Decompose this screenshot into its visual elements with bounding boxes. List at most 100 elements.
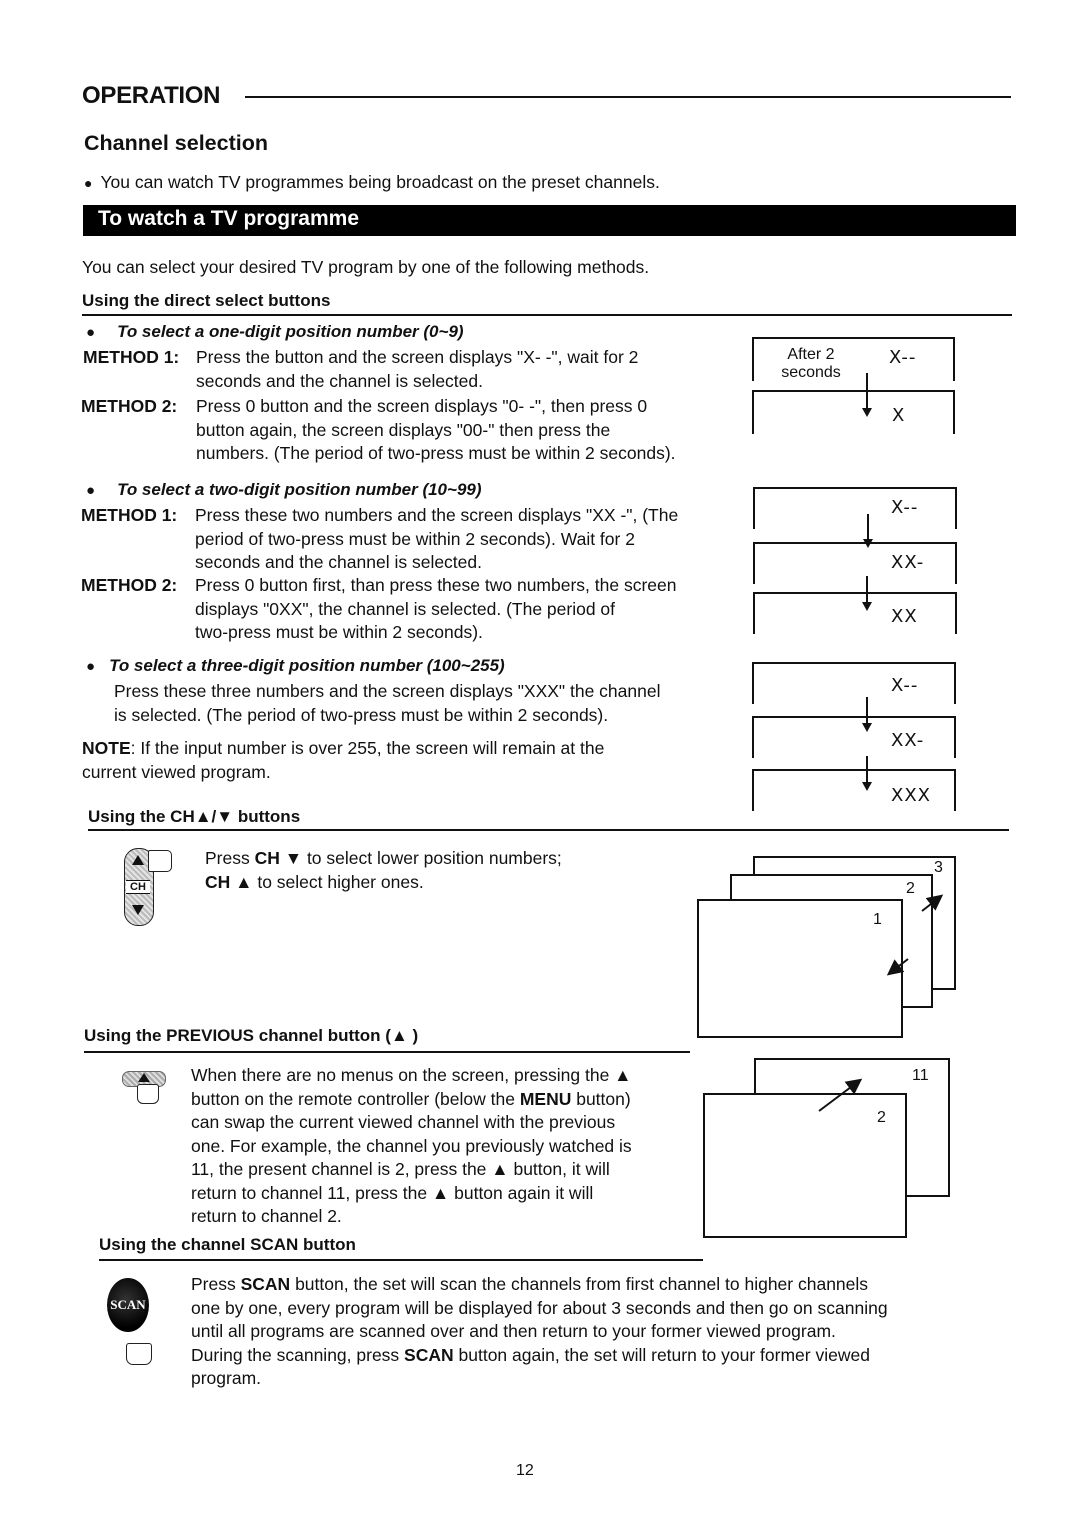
one-digit-heading: ● To select a one-digit position number (…: [86, 322, 464, 342]
screen-number: 11: [912, 1067, 929, 1084]
intro-text: You can watch TV programmes being broadc…: [100, 172, 660, 192]
section-title: OPERATION: [82, 82, 221, 109]
ch-heading-suffix: buttons: [233, 807, 301, 826]
text-line: 11, the present channel is 2, press the …: [191, 1159, 610, 1179]
text-span: Press: [191, 1274, 241, 1294]
text-line: one. For example, the channel you previo…: [191, 1135, 632, 1156]
display-readout: XX-: [891, 730, 925, 751]
display-box: [753, 542, 957, 584]
direct-select-heading: Using the direct select buttons: [82, 291, 331, 310]
method2-label: METHOD 2:: [81, 575, 178, 595]
text-span: to select lower position numbers;: [302, 848, 562, 868]
text-span: button again, the set will return to you…: [453, 1344, 870, 1365]
two-digit-method1-text: Press these two numbers and the screen d…: [195, 504, 678, 575]
pointing-hand-icon: [148, 850, 172, 872]
screen-number: 3: [934, 859, 943, 876]
page-title: Channel selection: [84, 131, 268, 155]
three-digit-text: Press these three numbers and the screen…: [114, 680, 660, 727]
text-line: seconds and the channel is selected.: [196, 370, 483, 391]
section-banner-text: To watch a TV programme: [98, 207, 359, 230]
down-arrow-icon: [862, 373, 872, 417]
swap-arrow: [818, 1078, 863, 1112]
display-box: [752, 716, 956, 758]
caption-line: After 2: [787, 346, 835, 363]
text-line: return to channel 11, press the ▲ button…: [191, 1182, 594, 1203]
previous-rule: [84, 1051, 690, 1053]
scan-label: SCAN: [240, 1274, 291, 1294]
text-line: Press these three numbers and the screen…: [114, 681, 661, 701]
text-span: button, the set will scan the channels f…: [290, 1274, 869, 1294]
scan-button-icon: SCAN: [107, 1278, 149, 1332]
intro-bullet: ● You can watch TV programmes being broad…: [84, 171, 660, 196]
text-line: button again, the screen displays "00-" …: [196, 419, 611, 440]
two-digit-heading-text: To select a two-digit position number (1…: [117, 480, 482, 499]
scan-label: SCAN: [404, 1344, 454, 1365]
text-line: numbers. (The period of two-press must b…: [196, 443, 676, 463]
display-readout: XXX: [891, 785, 931, 806]
method1-label: METHOD 1:: [83, 347, 180, 367]
display-box: [753, 487, 957, 529]
note: NOTE: If the input number is over 255, t…: [82, 737, 604, 784]
note-label: NOTE: [82, 738, 131, 758]
text-line: Press these two numbers and the screen d…: [195, 505, 679, 525]
two-digit-method2-text: Press 0 button first, than press these t…: [195, 574, 677, 645]
display-readout: XX-: [891, 552, 925, 573]
display-box: [752, 390, 955, 434]
display-readout: XX: [891, 606, 918, 627]
method1-label: METHOD 1:: [81, 505, 178, 525]
text-line: Press 0 button first, than press these t…: [195, 575, 677, 595]
text-span: During the scanning, press: [191, 1344, 405, 1365]
page-number: 12: [516, 1462, 534, 1479]
ch-buttons-heading: Using the CH▲/▼ buttons: [88, 807, 300, 827]
channel-arrows: [886, 894, 944, 976]
one-digit-method1-text: Press the button and the screen displays…: [196, 346, 638, 393]
text-line: one by one, every program will be displa…: [191, 1297, 888, 1318]
previous-heading: Using the PREVIOUS channel button (▲ ): [84, 1026, 419, 1045]
text-line: CH ▲ to select higher ones.: [205, 871, 562, 895]
up-triangle-icon: [138, 1073, 150, 1082]
text-line: button on the remote controller (below t…: [191, 1088, 632, 1112]
display-box: [753, 592, 957, 634]
text-line: is selected. (The period of two-press mu…: [114, 704, 609, 725]
ch-heading-symbols: ▲/▼: [194, 807, 234, 826]
ch-buttons-rule: [88, 829, 1009, 831]
scan-rule: [99, 1259, 703, 1261]
two-digit-heading: ● To select a two-digit position number (…: [86, 480, 482, 500]
method2-label: METHOD 2:: [81, 396, 178, 416]
previous-text: When there are no menus on the screen, p…: [191, 1064, 632, 1229]
ch-buttons-text: Press CH ▼ to select lower position numb…: [205, 847, 562, 894]
text-line: During the scanning, press SCAN button a…: [191, 1344, 888, 1368]
down-left-arrow-icon: [886, 958, 909, 976]
ch-up-label: CH ▲: [205, 871, 253, 892]
caption-line: seconds: [781, 364, 841, 381]
text-span: button on the remote controller (below t…: [191, 1088, 520, 1109]
screen-number: 2: [877, 1109, 886, 1126]
bullet-icon: ●: [84, 175, 93, 191]
up-right-arrow-icon: [921, 894, 944, 912]
display-readout: X: [892, 405, 906, 426]
text-line: seconds and the channel is selected.: [195, 552, 482, 572]
text-line: can swap the current viewed channel with…: [191, 1112, 616, 1132]
text-line: two-press must be within 2 seconds).: [195, 622, 483, 642]
text-line: Press CH ▼ to select lower position numb…: [205, 847, 562, 871]
display-readout: X--: [889, 347, 917, 368]
select-intro: You can select your desired TV program b…: [82, 257, 650, 277]
text-line: program.: [191, 1368, 262, 1388]
text-span: button): [571, 1088, 631, 1109]
one-digit-heading-text: To select a one-digit position number (0…: [117, 322, 464, 341]
note-text: current viewed program.: [82, 761, 271, 782]
text-line: return to channel 2.: [191, 1206, 342, 1226]
down-arrow-icon: [863, 514, 873, 548]
three-digit-heading-text: To select a three-digit position number …: [109, 656, 505, 675]
three-digit-heading: ● To select a three-digit position number…: [86, 656, 505, 676]
direct-select-rule: [82, 314, 1012, 316]
up-triangle-icon: [132, 855, 144, 865]
ch-icon-label: CH: [126, 880, 150, 894]
bullet-icon: ●: [86, 324, 96, 341]
text-line: When there are no menus on the screen, p…: [191, 1065, 632, 1085]
pointing-hand-icon: [126, 1343, 152, 1365]
text-line: displays "0XX", the channel is selected.…: [195, 598, 616, 619]
display-readout: X--: [891, 497, 919, 518]
down-triangle-icon: [132, 905, 144, 915]
display-box: [752, 662, 956, 704]
